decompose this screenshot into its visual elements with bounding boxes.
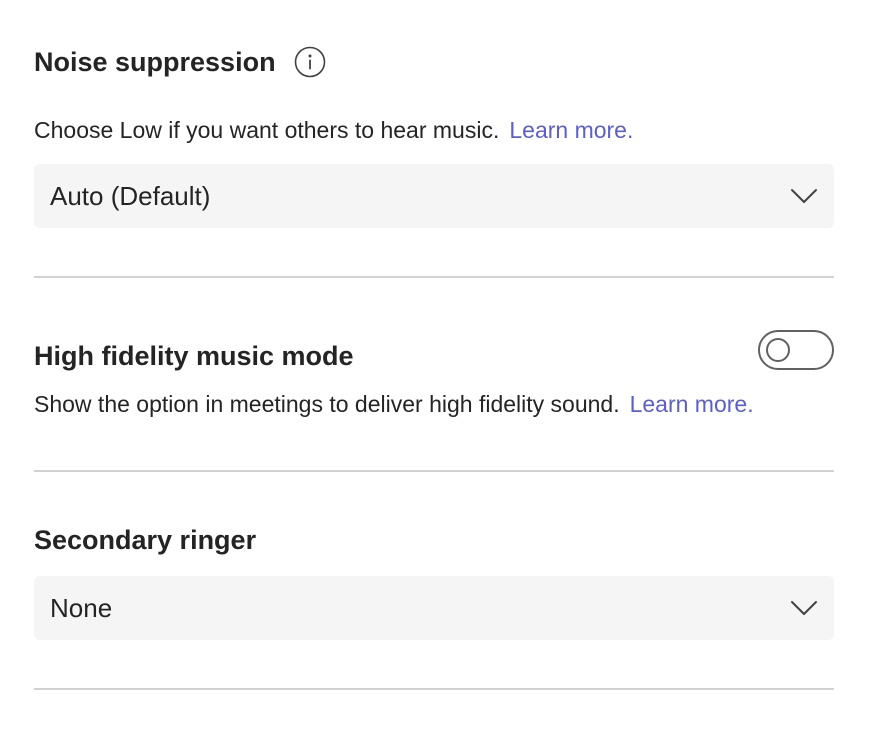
noise-suppression-header: Noise suppression [34,46,326,78]
noise-suppression-learn-more-link[interactable]: Learn more. [509,117,633,143]
divider [34,470,834,472]
secondary-ringer-title: Secondary ringer [34,525,257,555]
noise-suppression-selected-value: Auto (Default) [50,180,211,211]
high-fidelity-learn-more-link[interactable]: Learn more. [630,391,754,417]
high-fidelity-description-row: Show the option in meetings to deliver h… [34,390,754,418]
noise-suppression-title: Noise suppression [34,47,276,77]
divider [34,688,834,690]
noise-suppression-dropdown[interactable]: Auto (Default) [34,164,834,228]
secondary-ringer-selected-value: None [50,592,113,623]
high-fidelity-toggle[interactable] [758,330,834,370]
chevron-down-icon [790,187,818,205]
info-icon[interactable] [294,46,326,78]
divider [34,276,834,278]
noise-suppression-description: Choose Low if you want others to hear mu… [34,117,500,143]
chevron-down-icon [790,599,818,617]
high-fidelity-description: Show the option in meetings to deliver h… [34,391,620,417]
secondary-ringer-dropdown[interactable]: None [34,576,834,640]
high-fidelity-title: High fidelity music mode [34,341,354,371]
noise-suppression-description-row: Choose Low if you want others to hear mu… [34,116,633,144]
toggle-knob [766,338,790,362]
